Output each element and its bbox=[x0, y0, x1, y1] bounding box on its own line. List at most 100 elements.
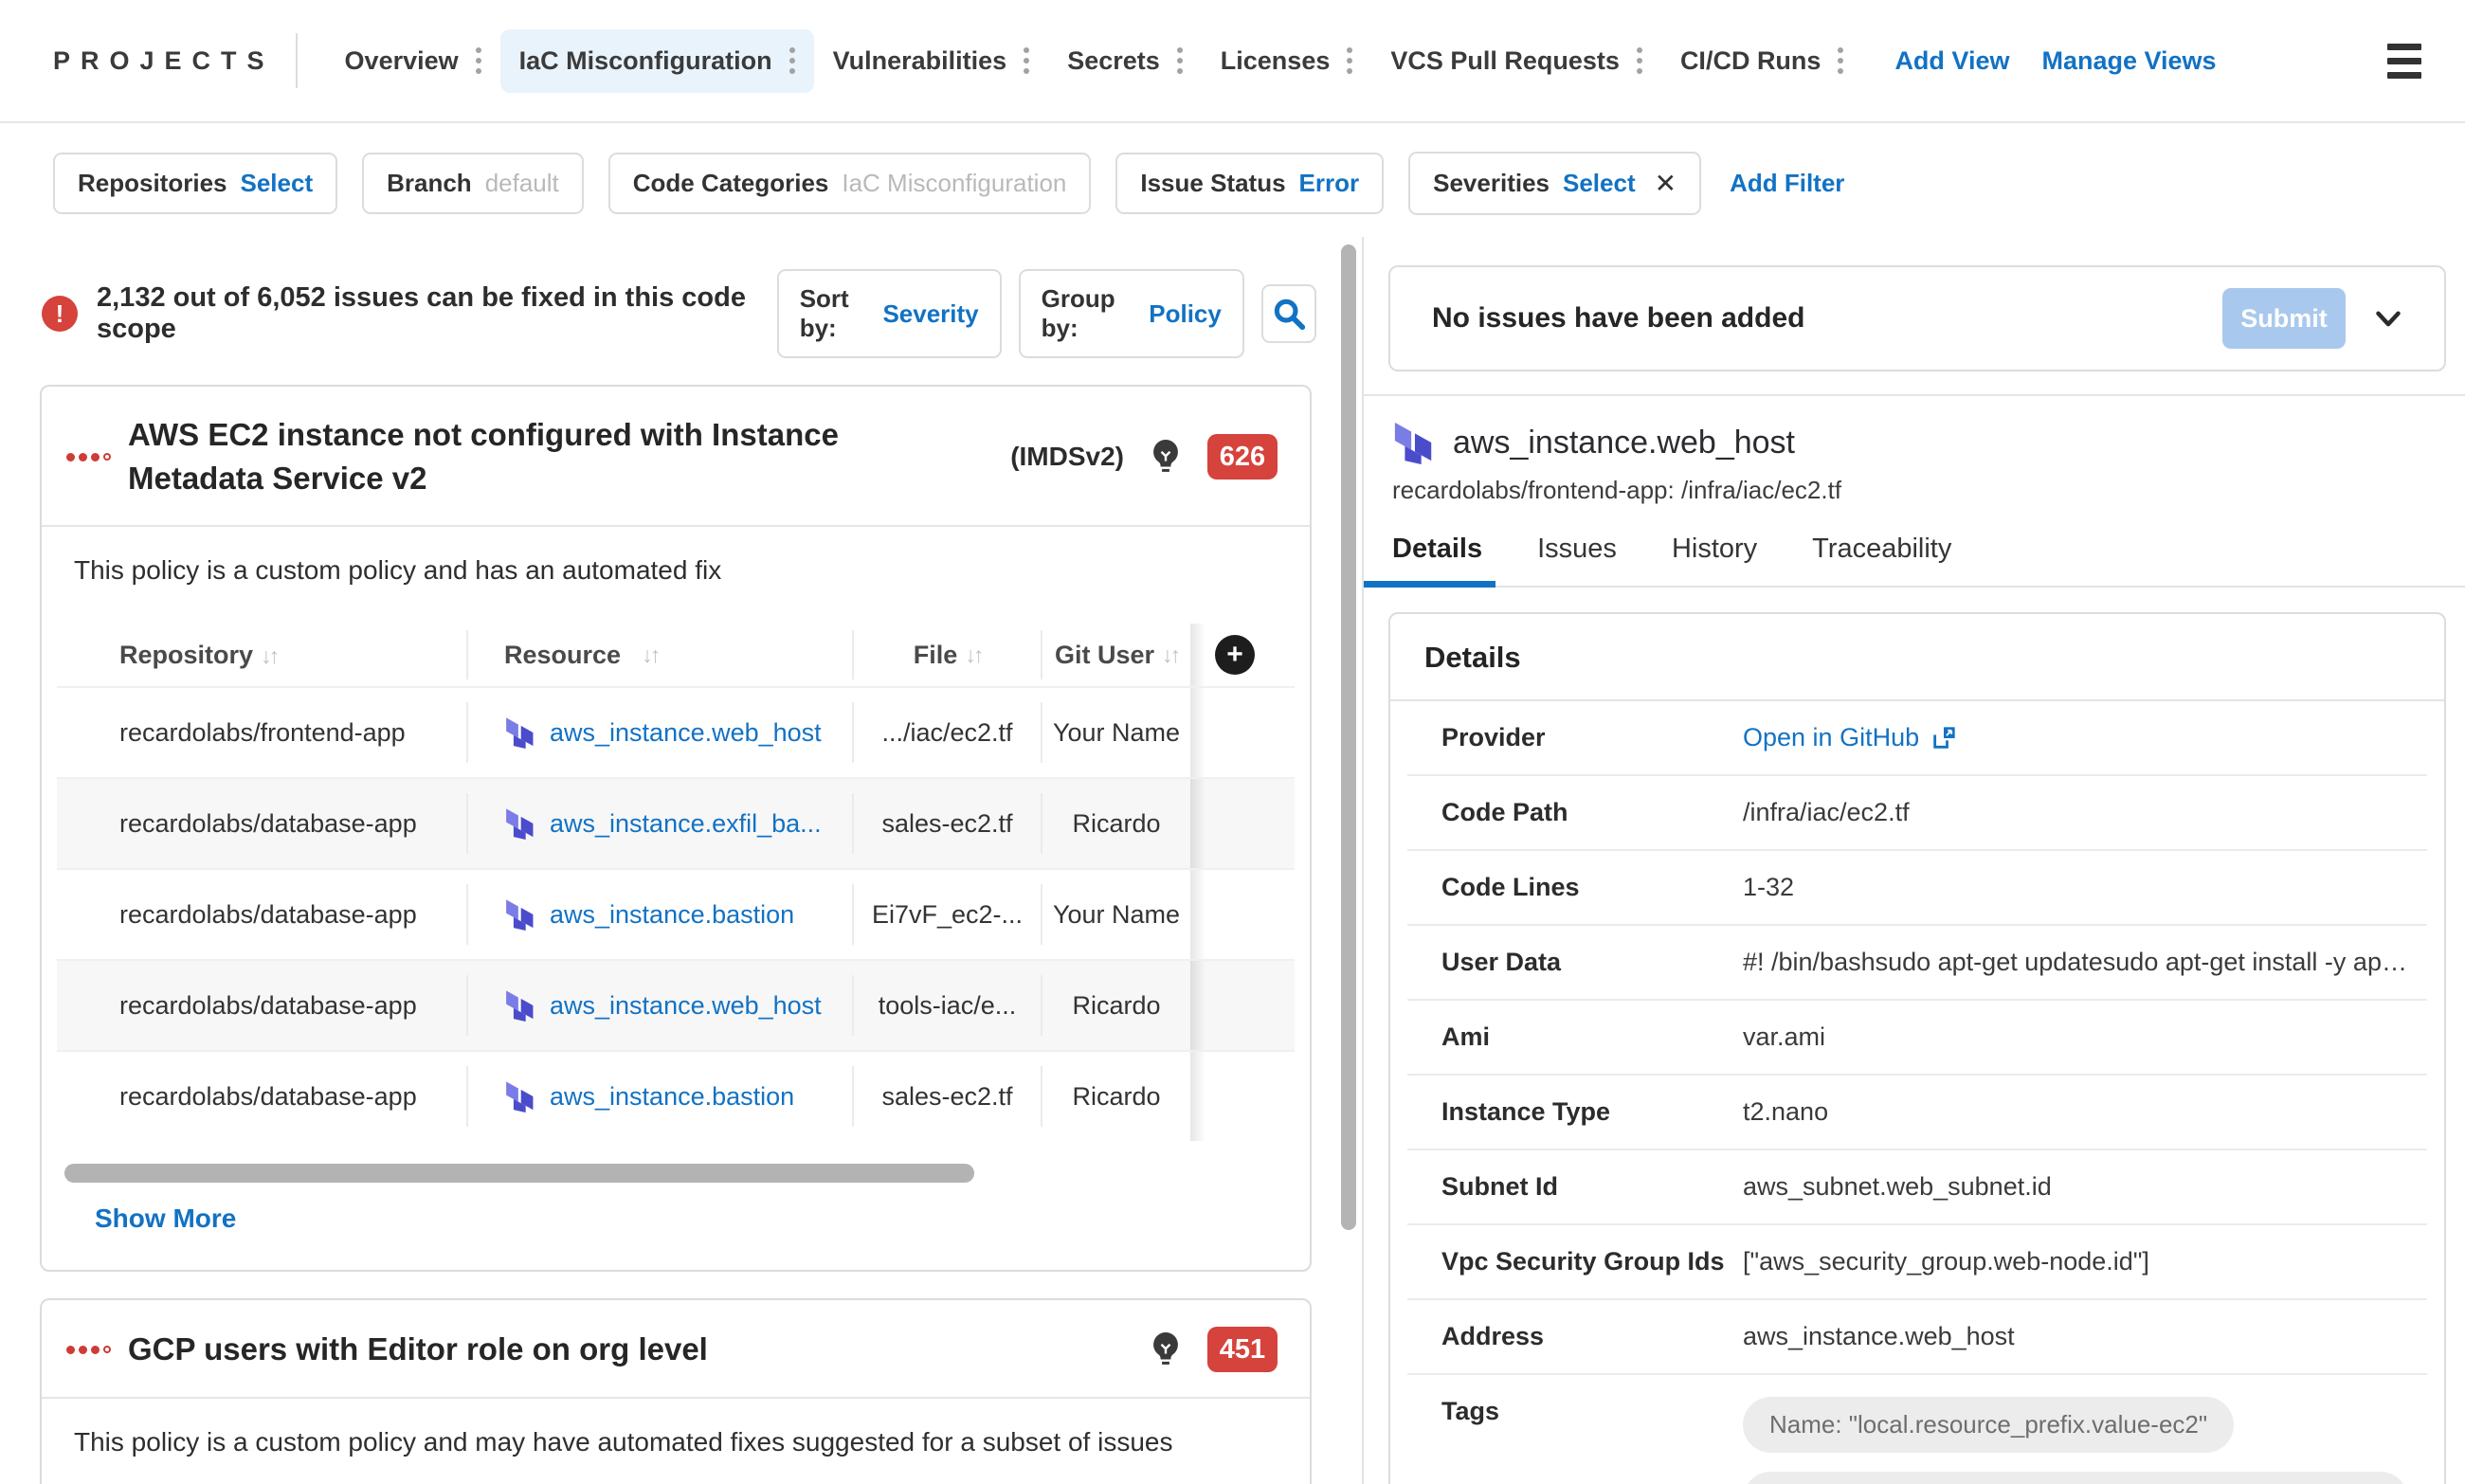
add-view-link[interactable]: Add View bbox=[1894, 46, 2009, 76]
manage-views-link[interactable]: Manage Views bbox=[2041, 46, 2216, 76]
nav-tab-cicd-runs[interactable]: CI/CD Runs bbox=[1661, 29, 1863, 93]
column-header-git-user[interactable]: Git User ↓↑ bbox=[1041, 630, 1190, 679]
tab-history[interactable]: History bbox=[1672, 534, 1757, 586]
policy-card-header[interactable]: GCP users with Editor role on org level … bbox=[42, 1300, 1310, 1397]
nav-tab-overview[interactable]: Overview bbox=[326, 29, 500, 93]
filter-code-categories[interactable]: Code Categories IaC Misconfiguration bbox=[607, 153, 1092, 214]
kebab-menu-icon[interactable] bbox=[475, 47, 481, 74]
tab-traceability[interactable]: Traceability bbox=[1812, 534, 1951, 586]
horizontal-scrollbar[interactable] bbox=[64, 1164, 974, 1183]
detail-row-ami: Ami var.ami bbox=[1407, 1001, 2427, 1076]
filter-value[interactable]: Select bbox=[1563, 169, 1636, 198]
table-row[interactable]: recardolabs/database-app aws_instance.we… bbox=[57, 959, 1295, 1050]
filter-issue-status[interactable]: Issue Status Error bbox=[1115, 153, 1385, 214]
sort-arrows-icon[interactable]: ↓↑ bbox=[1162, 642, 1181, 668]
detail-label: Vpc Security Group Ids bbox=[1441, 1247, 1725, 1276]
table-header-row: Repository ↓↑ Resource ↓↑ File ↓↑ Git User ↓… bbox=[57, 624, 1295, 686]
file-cell: sales-ec2.tf bbox=[852, 793, 1041, 854]
resource-link[interactable]: aws_instance.web_host bbox=[550, 991, 822, 1021]
filter-severities[interactable]: Severities Select ✕ bbox=[1408, 152, 1702, 215]
sort-by-button[interactable]: Sort by: Severity bbox=[776, 269, 1002, 358]
detail-row-code-path: Code Path /infra/iac/ec2.tf bbox=[1407, 776, 2427, 851]
policy-title-suffix: (IMDSv2) bbox=[1010, 442, 1124, 471]
group-by-button[interactable]: Group by: Policy bbox=[1018, 269, 1244, 358]
sort-by-value[interactable]: Severity bbox=[882, 299, 978, 329]
tab-details[interactable]: Details bbox=[1364, 534, 1496, 588]
kebab-menu-icon[interactable] bbox=[788, 47, 795, 74]
table-row[interactable]: recardolabs/database-app aws_instance.ba… bbox=[57, 1050, 1295, 1141]
detail-label: Address bbox=[1441, 1322, 1545, 1350]
tag-chip: Name: "local.resource_prefix.value-ec2" bbox=[1743, 1397, 2235, 1453]
group-by-value[interactable]: Policy bbox=[1149, 299, 1222, 329]
summary-row: ! 2,132 out of 6,052 issues can be fixed… bbox=[42, 269, 1316, 358]
kebab-menu-icon[interactable] bbox=[1024, 47, 1030, 74]
file-cell: sales-ec2.tf bbox=[852, 1066, 1041, 1127]
column-header-resource[interactable]: Resource ↓↑ bbox=[466, 630, 852, 679]
fixable-issues-summary: 2,132 out of 6,052 issues can be fixed i… bbox=[97, 282, 746, 344]
column-header-file[interactable]: File ↓↑ bbox=[852, 630, 1041, 679]
repository-cell: recardolabs/database-app bbox=[119, 808, 417, 838]
filter-label: Severities bbox=[1433, 169, 1550, 197]
filter-repositories[interactable]: Repositories Select bbox=[53, 153, 338, 214]
nav-tab-vulnerabilities[interactable]: Vulnerabilities bbox=[814, 29, 1049, 93]
resource-cell: aws_instance.bastion bbox=[466, 1066, 852, 1127]
brand-divider bbox=[295, 33, 298, 88]
open-in-github-link[interactable]: Open in GitHub bbox=[1743, 723, 1957, 752]
policy-description: This policy is a custom policy and has a… bbox=[74, 555, 722, 585]
nav-tab-label: VCS Pull Requests bbox=[1390, 45, 1620, 75]
nav-tab-vcs-pull-requests[interactable]: VCS Pull Requests bbox=[1371, 29, 1661, 93]
add-column-button[interactable]: + bbox=[1215, 635, 1255, 675]
filter-label: Repositories bbox=[78, 169, 227, 197]
sort-arrows-icon[interactable]: ↓↑ bbox=[642, 642, 661, 668]
detail-value: ["aws_security_group.web-node.id"] bbox=[1743, 1247, 2149, 1276]
vertical-scrollbar[interactable] bbox=[1341, 244, 1356, 1230]
resource-link[interactable]: aws_instance.bastion bbox=[550, 900, 794, 930]
nav-tab-secrets[interactable]: Secrets bbox=[1048, 29, 1202, 93]
filter-branch[interactable]: Branch default bbox=[362, 153, 584, 214]
table-row[interactable]: recardolabs/database-app aws_instance.ex… bbox=[57, 777, 1295, 868]
detail-pane: No issues have been added Submit aws_ins… bbox=[1364, 237, 2465, 1484]
table-row[interactable]: recardolabs/frontend-app aws_instance.we… bbox=[57, 686, 1295, 777]
nav-tab-licenses[interactable]: Licenses bbox=[1202, 29, 1372, 93]
policy-title: GCP users with Editor role on org level bbox=[128, 1331, 708, 1366]
filter-value[interactable]: IaC Misconfiguration bbox=[842, 169, 1066, 198]
show-more-link[interactable]: Show More bbox=[95, 1203, 236, 1234]
kebab-menu-icon[interactable] bbox=[1838, 47, 1844, 74]
detail-value: #! /bin/bashsudo apt-get updatesudo apt-… bbox=[1743, 948, 2427, 976]
main-content: ! 2,132 out of 6,052 issues can be fixed… bbox=[0, 237, 2465, 1484]
table-row[interactable]: recardolabs/database-app aws_instance.ba… bbox=[57, 868, 1295, 959]
detail-row-user-data: User Data #! /bin/bashsudo apt-get updat… bbox=[1407, 926, 2427, 1001]
issues-list-pane: ! 2,132 out of 6,052 issues can be fixed… bbox=[0, 237, 1362, 1484]
banner-message: No issues have been added bbox=[1432, 302, 1805, 334]
filter-value[interactable]: Error bbox=[1299, 169, 1360, 198]
filter-value[interactable]: default bbox=[485, 169, 559, 198]
resource-header: aws_instance.web_host recardolabs/fronte… bbox=[1392, 421, 2465, 505]
repository-cell: recardolabs/database-app bbox=[119, 1081, 417, 1111]
kebab-menu-icon[interactable] bbox=[1176, 47, 1183, 74]
remove-filter-icon[interactable]: ✕ bbox=[1655, 168, 1677, 199]
kebab-menu-icon[interactable] bbox=[1636, 47, 1642, 74]
policy-card-header[interactable]: AWS EC2 instance not configured with Ins… bbox=[42, 387, 1310, 525]
column-label: Repository bbox=[119, 640, 254, 669]
detail-row-instance-type: Instance Type t2.nano bbox=[1407, 1076, 2427, 1150]
tab-issues[interactable]: Issues bbox=[1537, 534, 1617, 586]
sort-arrows-icon[interactable]: ↓↑ bbox=[965, 642, 984, 668]
kebab-menu-icon[interactable] bbox=[1347, 47, 1353, 74]
chevron-down-icon[interactable] bbox=[2368, 299, 2408, 338]
submit-button[interactable]: Submit bbox=[2222, 288, 2346, 349]
resource-link[interactable]: aws_instance.exfil_ba... bbox=[550, 809, 822, 839]
search-button[interactable] bbox=[1260, 284, 1316, 343]
column-header-repository[interactable]: Repository ↓↑ bbox=[57, 641, 466, 670]
file-cell: Ei7vF_ec2-... bbox=[852, 884, 1041, 945]
add-filter-link[interactable]: Add Filter bbox=[1730, 169, 1844, 198]
resource-link[interactable]: aws_instance.bastion bbox=[550, 1082, 794, 1112]
repository-cell: recardolabs/database-app bbox=[119, 899, 417, 929]
summary-controls: Sort by: Severity Group by: Policy bbox=[776, 269, 1316, 358]
detail-label: Code Lines bbox=[1441, 873, 1580, 901]
sort-arrows-icon[interactable]: ↓↑ bbox=[261, 643, 280, 668]
nav-tab-iac-misconfiguration[interactable]: IaC Misconfiguration bbox=[499, 28, 814, 93]
filter-value[interactable]: Select bbox=[241, 169, 314, 198]
hamburger-menu-icon[interactable] bbox=[2382, 38, 2427, 84]
filter-label: Branch bbox=[387, 169, 472, 197]
resource-link[interactable]: aws_instance.web_host bbox=[550, 718, 822, 748]
